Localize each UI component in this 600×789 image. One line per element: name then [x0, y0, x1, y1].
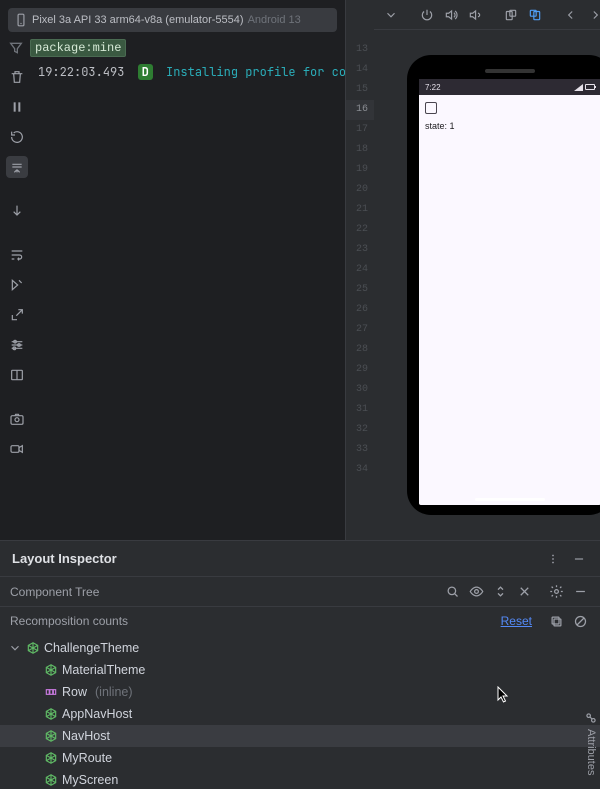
- minimize-sub-icon[interactable]: [570, 582, 590, 602]
- line-number: 15: [346, 80, 374, 100]
- phone-speaker: [485, 69, 535, 73]
- line-number: 13: [346, 40, 374, 60]
- tree-node[interactable]: NavHost: [0, 725, 600, 747]
- line-number: 14: [346, 60, 374, 80]
- log-level: D: [138, 64, 153, 80]
- device-icon: [14, 13, 28, 27]
- screenshot-icon[interactable]: [6, 408, 28, 430]
- more-icon[interactable]: [544, 550, 562, 568]
- restart-icon[interactable]: [6, 126, 28, 148]
- component-tree-label: Component Tree: [10, 585, 99, 599]
- status-time: 7:22: [425, 83, 441, 92]
- line-number: 31: [346, 400, 374, 420]
- emulator-toolbar: [374, 0, 600, 30]
- line-number: 21: [346, 200, 374, 220]
- forward-icon[interactable]: [586, 6, 600, 24]
- volume-up-icon[interactable]: [442, 6, 460, 24]
- tree-node-label: NavHost: [62, 729, 110, 743]
- record-icon[interactable]: [6, 438, 28, 460]
- scroll-end-icon[interactable]: [6, 156, 28, 178]
- checkbox[interactable]: [425, 102, 437, 114]
- tree-node-label: ChallengeTheme: [44, 641, 139, 655]
- down-icon[interactable]: [6, 200, 28, 222]
- tree-node-label: Row: [62, 685, 87, 699]
- eye-icon[interactable]: [466, 582, 486, 602]
- line-number: 16: [346, 100, 374, 120]
- close-icon[interactable]: [514, 582, 534, 602]
- wrap-icon[interactable]: [6, 244, 28, 266]
- export-icon[interactable]: [6, 274, 28, 296]
- gear-icon[interactable]: [546, 582, 566, 602]
- line-number: 29: [346, 360, 374, 380]
- line-number: 19: [346, 160, 374, 180]
- state-label: state: 1: [425, 121, 455, 131]
- android-statusbar: 7:22: [419, 79, 600, 95]
- device-name: Pixel 3a API 33 arm64-v8a (emulator-5554…: [32, 14, 244, 26]
- search-icon[interactable]: [442, 582, 462, 602]
- tree-node-label: MyScreen: [62, 773, 118, 787]
- settings-sliders-icon[interactable]: [6, 334, 28, 356]
- split-icon[interactable]: [6, 364, 28, 386]
- tree-node[interactable]: ChallengeTheme: [0, 637, 600, 659]
- line-number: 20: [346, 180, 374, 200]
- volume-down-icon[interactable]: [466, 6, 484, 24]
- log-toolbar: [0, 62, 34, 540]
- signal-icon: [574, 84, 583, 91]
- chevron-down-icon[interactable]: [382, 6, 400, 24]
- line-number: 32: [346, 420, 374, 440]
- power-icon[interactable]: [418, 6, 436, 24]
- filter-icon[interactable]: [8, 40, 24, 56]
- line-number: 27: [346, 320, 374, 340]
- line-number: 18: [346, 140, 374, 160]
- line-number: 23: [346, 240, 374, 260]
- line-number: 22: [346, 220, 374, 240]
- emulator-device[interactable]: 7:22 state: 1: [407, 55, 600, 515]
- open-icon[interactable]: [6, 304, 28, 326]
- panel-title: Layout Inspector: [12, 551, 117, 566]
- editor-gutter: 1314151617181920212223242526272829303132…: [346, 0, 374, 540]
- pause-icon[interactable]: [6, 96, 28, 118]
- line-number: 24: [346, 260, 374, 280]
- line-number: 30: [346, 380, 374, 400]
- battery-icon: [585, 84, 595, 90]
- tree-node-label: MyRoute: [62, 751, 112, 765]
- device-chip[interactable]: Pixel 3a API 33 arm64-v8a (emulator-5554…: [8, 8, 337, 32]
- line-number: 33: [346, 440, 374, 460]
- tree-node-label: MaterialTheme: [62, 663, 145, 677]
- line-number: 28: [346, 340, 374, 360]
- log-ts: 19:22:03.493: [38, 64, 124, 80]
- log-msg: Installing profile for com: [166, 64, 345, 80]
- line-number: 17: [346, 120, 374, 140]
- tree-node[interactable]: AppNavHost: [0, 703, 600, 725]
- device-os: Android 13: [248, 14, 301, 26]
- rotate-right-icon[interactable]: [526, 6, 544, 24]
- filter-input[interactable]: package:mine: [30, 39, 126, 57]
- rotate-left-icon[interactable]: [502, 6, 520, 24]
- emulator-screen[interactable]: 7:22 state: 1: [419, 79, 600, 505]
- recomp-label: Recomposition counts: [10, 614, 128, 628]
- line-number: 34: [346, 460, 374, 480]
- tree-node-label: AppNavHost: [62, 707, 132, 721]
- line-number: 25: [346, 280, 374, 300]
- attributes-tab[interactable]: Attributes: [584, 711, 598, 775]
- component-tree[interactable]: ChallengeTheme MaterialTheme Row(inline) Ap…: [0, 635, 600, 789]
- reset-link[interactable]: Reset: [501, 614, 532, 628]
- tree-node[interactable]: Row(inline): [0, 681, 600, 703]
- tree-node[interactable]: MyScreen: [0, 769, 600, 789]
- block-icon[interactable]: [570, 611, 590, 631]
- home-indicator: [475, 498, 545, 501]
- line-number: 26: [346, 300, 374, 320]
- copy-icon[interactable]: [546, 611, 566, 631]
- tree-node[interactable]: MaterialTheme: [0, 659, 600, 681]
- tree-node[interactable]: MyRoute: [0, 747, 600, 769]
- back-icon[interactable]: [562, 6, 580, 24]
- log-line: 19:22:03.493 D Installing profile for co…: [34, 62, 345, 540]
- minimize-icon[interactable]: [570, 550, 588, 568]
- trash-icon[interactable]: [6, 66, 28, 88]
- app-topbar: [419, 95, 600, 121]
- expand-icon[interactable]: [490, 582, 510, 602]
